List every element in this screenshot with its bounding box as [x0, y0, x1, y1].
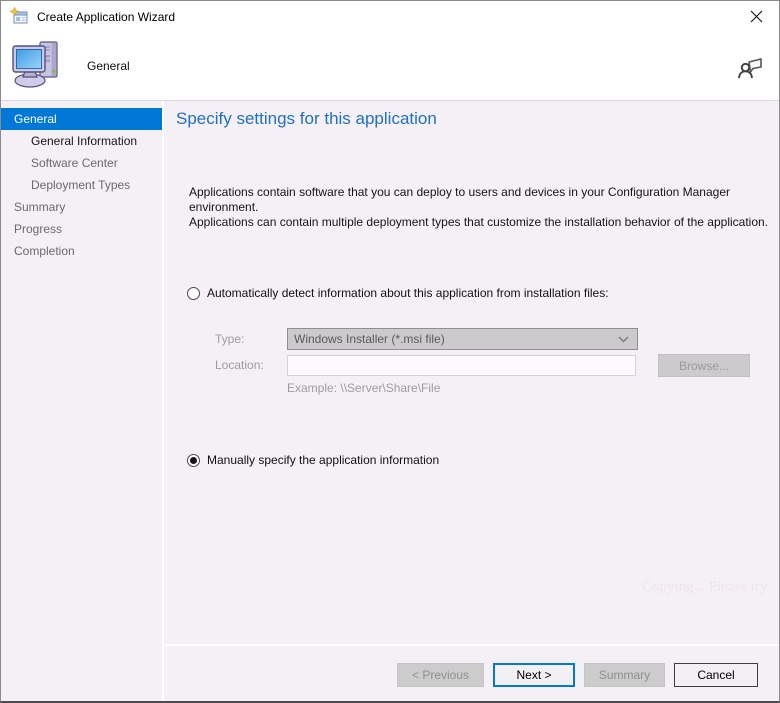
copying-watermark: Copying... Please try [642, 579, 767, 596]
computer-icon [11, 38, 63, 95]
create-application-wizard-window: Create Application Wizard [0, 0, 780, 703]
sidebar-item-general[interactable]: General [1, 108, 162, 130]
sidebar-item-progress[interactable]: Progress [1, 218, 162, 240]
description-line-2: Applications can contain multiple deploy… [189, 215, 768, 229]
summary-button[interactable]: Summary [584, 663, 665, 687]
cancel-button[interactable]: Cancel [674, 663, 758, 687]
auto-detect-radio-label[interactable]: Automatically detect information about t… [207, 286, 609, 300]
radio-row-auto-detect: Automatically detect information about t… [187, 286, 609, 300]
sidebar-item-general-information[interactable]: General Information [1, 130, 162, 152]
radio-row-manual: Manually specify the application informa… [187, 453, 439, 467]
wizard-steps-sidebar: General General Information Software Cen… [1, 101, 162, 701]
manual-specify-radio-label[interactable]: Manually specify the application informa… [207, 453, 439, 467]
close-button[interactable] [734, 1, 779, 32]
type-label: Type: [215, 332, 244, 346]
footer-button-bar: < Previous Next > Summary Cancel [164, 646, 779, 701]
sidebar-item-software-center[interactable]: Software Center [1, 152, 162, 174]
close-icon [750, 10, 763, 23]
person-flag-icon [737, 54, 764, 86]
type-dropdown[interactable]: Windows Installer (*.msi file) [287, 328, 638, 350]
window-title: Create Application Wizard [37, 10, 734, 24]
wizard-header: General [1, 32, 779, 101]
sidebar-item-completion[interactable]: Completion [1, 240, 162, 262]
browse-button[interactable]: Browse... [658, 354, 750, 377]
sidebar-item-deployment-types[interactable]: Deployment Types [1, 174, 162, 196]
main-panel: Specify settings for this application Ap… [164, 101, 779, 701]
location-example-text: Example: \\Server\Share\File [287, 381, 440, 395]
type-dropdown-value: Windows Installer (*.msi file) [294, 332, 618, 346]
auto-detect-radio[interactable] [187, 287, 200, 300]
page-title: Specify settings for this application [176, 109, 437, 129]
sidebar-item-summary[interactable]: Summary [1, 196, 162, 218]
description-line-1: Applications contain software that you c… [189, 185, 730, 214]
previous-button[interactable]: < Previous [397, 663, 484, 687]
location-label: Location: [215, 358, 264, 372]
titlebar: Create Application Wizard [1, 1, 779, 32]
header-step-title: General [87, 59, 130, 73]
content-area: Specify settings for this application Ap… [164, 101, 779, 644]
location-input[interactable] [287, 355, 636, 376]
manual-specify-radio[interactable] [187, 454, 200, 467]
chevron-down-icon [618, 336, 629, 343]
next-button[interactable]: Next > [493, 663, 575, 687]
description-text: Applications contain software that you c… [189, 185, 769, 230]
wizard-body: General General Information Software Cen… [1, 101, 779, 701]
wizard-window-icon [10, 7, 29, 26]
